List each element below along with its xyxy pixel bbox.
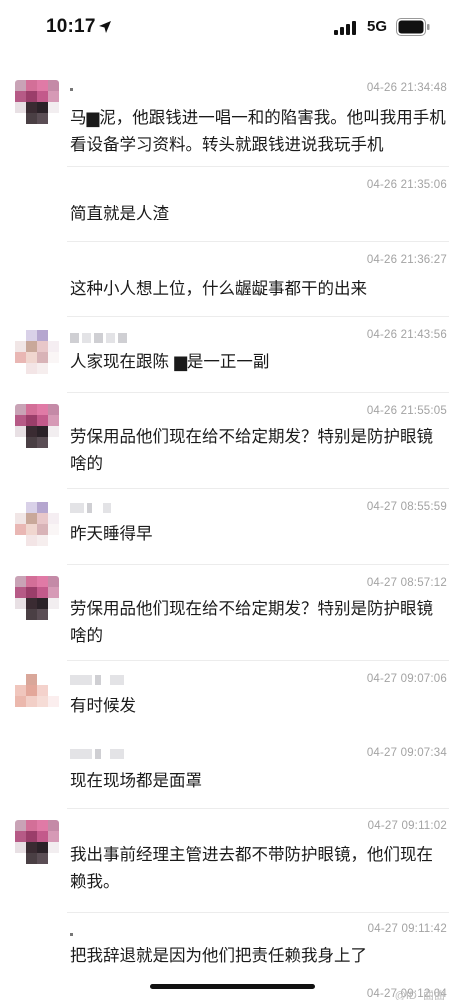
avatar[interactable] bbox=[15, 404, 59, 448]
sender-name-redacted bbox=[70, 673, 124, 687]
watermark: @ID_曲曲 bbox=[394, 990, 445, 1000]
sender-name-redacted bbox=[70, 331, 127, 345]
divider bbox=[67, 564, 449, 565]
avatar[interactable] bbox=[15, 330, 59, 374]
message-text: 劳保用品他们现在给不给定期发？特别是防护眼镜啥的 bbox=[70, 599, 433, 645]
divider bbox=[67, 912, 449, 913]
avatar[interactable] bbox=[15, 674, 59, 718]
message-timestamp: 04-27 08:57:12 bbox=[366, 577, 447, 589]
message-text: 现在现场都是面罩 bbox=[70, 771, 202, 790]
message-timestamp: 04-26 21:36:27 bbox=[366, 254, 447, 266]
cellular-signal-icon bbox=[334, 21, 356, 35]
message-text: 昨天睡得早 bbox=[70, 524, 153, 543]
message-timestamp: 04-27 08:55:59 bbox=[366, 501, 447, 513]
avatar[interactable] bbox=[15, 502, 59, 546]
divider bbox=[67, 392, 449, 393]
message-text: 人家现在跟陈 ▆是一正一副 bbox=[70, 352, 270, 371]
message-timestamp: 04-27 09:11:42 bbox=[367, 923, 447, 935]
message-text: 简直就是人渣 bbox=[70, 204, 169, 223]
home-indicator[interactable] bbox=[150, 984, 315, 989]
sender-name-redacted bbox=[70, 82, 73, 96]
message-text: 把我辞退就是因为他们把责任赖我身上了 bbox=[70, 946, 367, 965]
sender-name-redacted bbox=[70, 747, 124, 761]
divider bbox=[67, 660, 449, 661]
message-text: 马▆泥，他跟钱进一唱一和的陷害我。他叫我用手机看设备学习资料。转头就跟钱进说我玩… bbox=[70, 108, 446, 154]
sender-name-redacted bbox=[70, 927, 73, 941]
message-timestamp: 04-27 09:07:34 bbox=[366, 747, 447, 759]
message-timestamp: 04-26 21:43:56 bbox=[366, 329, 447, 341]
message-timestamp: 04-27 09:11:02 bbox=[367, 820, 447, 832]
avatar[interactable] bbox=[15, 576, 59, 620]
message-text: 我出事前经理主管进去都不带防护眼镜，他们现在赖我。 bbox=[70, 845, 433, 891]
divider bbox=[67, 808, 449, 809]
message-timestamp: 04-26 21:35:06 bbox=[366, 179, 447, 191]
status-time: 10:17 bbox=[46, 16, 96, 37]
divider bbox=[67, 488, 449, 489]
divider bbox=[67, 166, 449, 167]
message-text: 这种小人想上位，什么龌龊事都干的出来 bbox=[70, 279, 367, 298]
divider bbox=[67, 316, 449, 317]
battery-icon bbox=[396, 18, 430, 36]
network-type: 5G bbox=[367, 18, 388, 35]
divider bbox=[67, 241, 449, 242]
message-text: 劳保用品他们现在给不给定期发？特别是防护眼镜啥的 bbox=[70, 427, 433, 473]
message-timestamp: 04-26 21:34:48 bbox=[366, 82, 447, 94]
message-text: 有时候发 bbox=[70, 696, 136, 715]
status-bar: 10:17 5G bbox=[0, 0, 463, 58]
avatar[interactable] bbox=[15, 80, 59, 124]
sender-name-redacted bbox=[70, 501, 111, 515]
location-arrow-icon bbox=[99, 21, 111, 33]
message-timestamp: 04-27 09:07:06 bbox=[366, 673, 447, 685]
avatar[interactable] bbox=[15, 820, 59, 864]
message-timestamp: 04-26 21:55:05 bbox=[366, 405, 447, 417]
